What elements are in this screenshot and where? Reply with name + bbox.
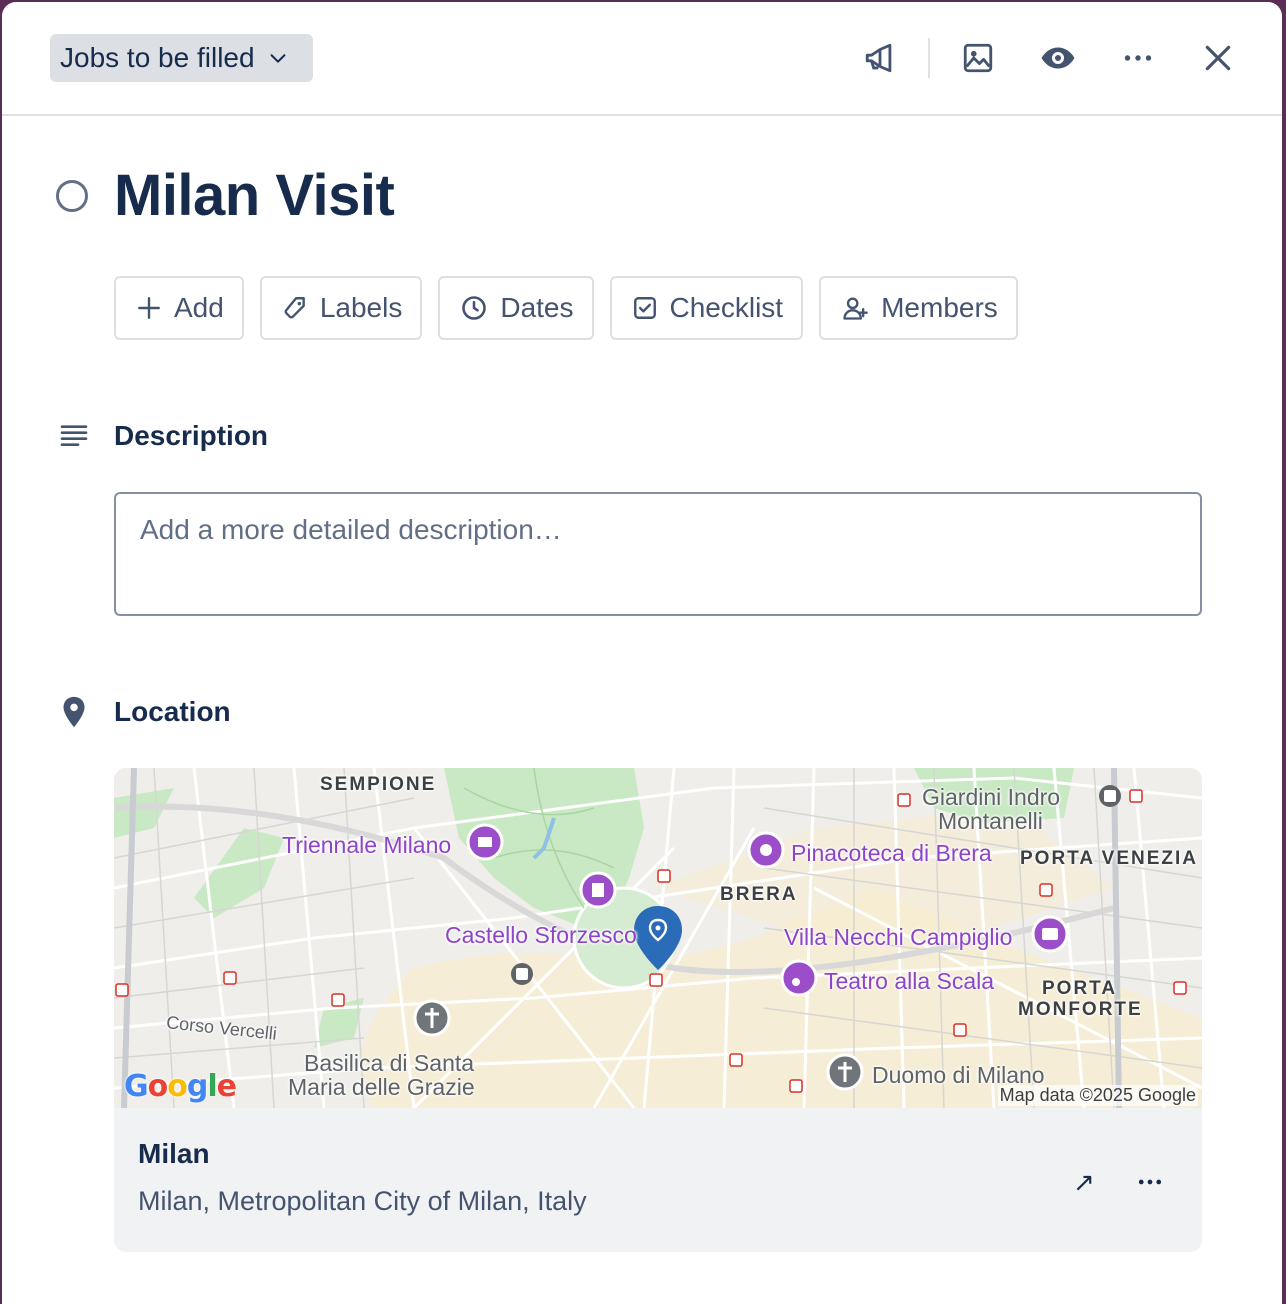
chevron-down-icon [267,47,289,69]
list-select-button[interactable]: Jobs to be filled [50,34,313,82]
header-divider [928,38,930,78]
modal-header: Jobs to be filled [2,2,1282,116]
members-button-label: Members [881,292,998,324]
add-button-label: Add [174,292,224,324]
add-person-icon [841,294,869,322]
map-label-poi: Villa Necchi Campiglio [784,924,1012,951]
members-button[interactable]: Members [819,276,1018,340]
location-map[interactable]: SEMPIONE BRERA PORTA VENEZIA PORTA MONFO… [114,768,1202,1108]
card-actions: Add Labels Dates Checklist Members [114,276,1018,340]
complete-toggle[interactable] [56,180,88,212]
map-label-district: PORTA [1042,978,1117,1000]
list-select-label: Jobs to be filled [60,42,255,74]
dates-button-label: Dates [500,292,573,324]
location-address: Milan, Metropolitan City of Milan, Italy [138,1186,587,1217]
card-title[interactable]: Milan Visit [114,162,394,229]
checklist-button-label: Checklist [670,292,784,324]
location-name: Milan [138,1138,210,1170]
map-label-park: Montanelli [938,808,1043,835]
labels-button[interactable]: Labels [260,276,423,340]
map-label-park: Giardini Indro [922,784,1060,811]
close-icon[interactable] [1198,38,1238,78]
map-label-district: MONFORTE [1018,999,1143,1021]
map-label-church: Maria delle Grazie [288,1074,475,1101]
location-pin-icon [56,694,92,730]
checklist-button[interactable]: Checklist [610,276,804,340]
card-modal: Jobs to be filled Milan Visit Add [2,2,1282,1304]
description-heading: Description [114,420,268,452]
map-label-poi: Pinacoteca di Brera [791,840,992,867]
map-label-district: SEMPIONE [320,774,436,796]
clock-icon [460,294,488,322]
map-label-church: Basilica di Santa [304,1050,474,1077]
checkbox-icon [632,295,658,321]
dates-button[interactable]: Dates [438,276,593,340]
map-label-district: BRERA [720,884,798,906]
description-icon [56,418,92,454]
location-card: SEMPIONE BRERA PORTA VENEZIA PORTA MONFO… [114,768,1202,1252]
labels-button-label: Labels [320,292,403,324]
map-label-district: PORTA VENEZIA [1020,848,1198,870]
open-external-icon[interactable]: ↗ [1068,1166,1100,1198]
title-row: Milan Visit [2,152,1282,242]
location-heading: Location [114,696,231,728]
location-info: Milan Milan, Metropolitan City of Milan,… [114,1108,1202,1252]
description-placeholder: Add a more detailed description… [140,514,562,545]
map-label-poi: Triennale Milano [282,832,451,859]
eye-icon[interactable] [1038,38,1078,78]
more-icon[interactable] [1118,38,1158,78]
google-logo: Google [124,1069,236,1104]
tag-icon [282,295,308,321]
map-label-poi: Castello Sforzesco [445,922,637,949]
plus-icon [136,295,162,321]
description-input[interactable]: Add a more detailed description… [114,492,1202,616]
image-icon[interactable] [958,38,998,78]
add-button[interactable]: Add [114,276,244,340]
map-label-poi: Teatro alla Scala [824,968,994,995]
map-credit: Map data ©2025 Google [998,1085,1198,1106]
location-more-icon[interactable] [1132,1166,1168,1198]
megaphone-icon[interactable] [860,38,900,78]
